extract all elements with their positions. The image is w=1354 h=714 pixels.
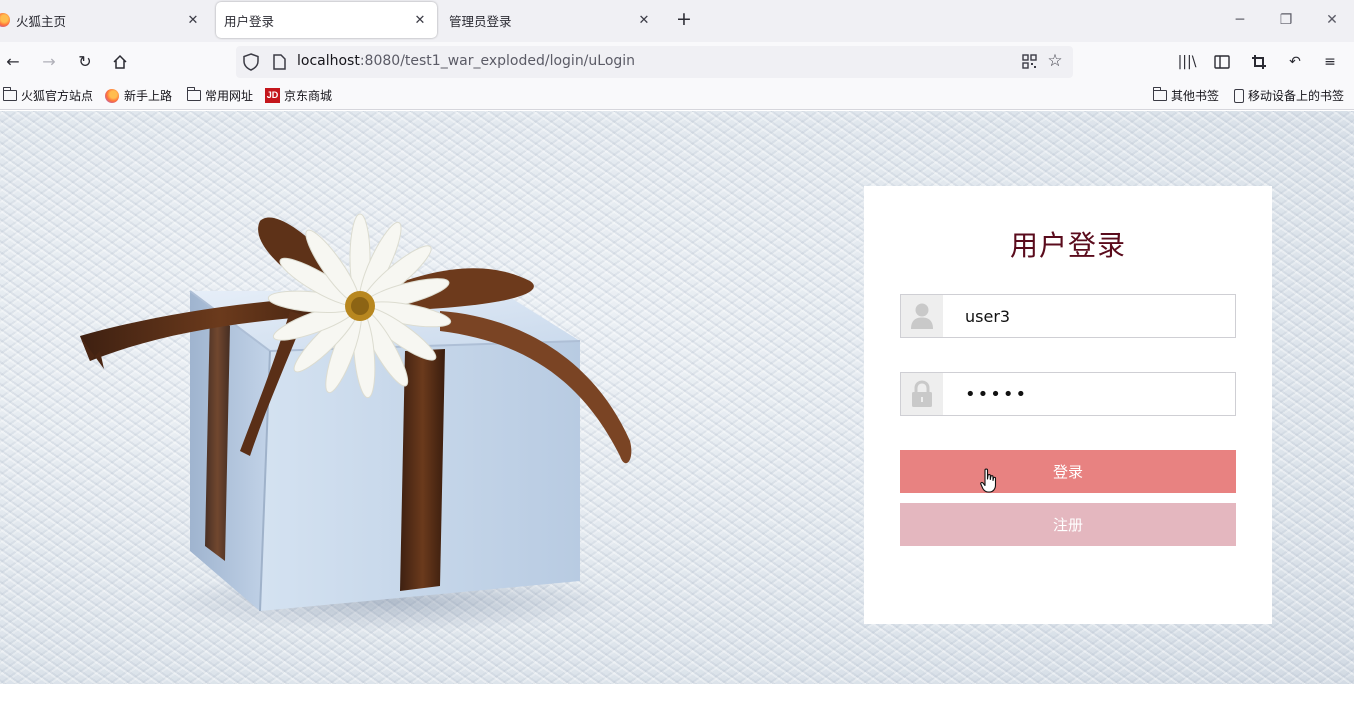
tab-strip: 火狐主页 ✕ 用户登录 ✕ 管理员登录 ✕ + ─ ❐ ✕: [0, 0, 1354, 42]
url-host: localhost: [297, 53, 360, 69]
login-panel: 用户登录 登录 注册: [864, 186, 1272, 624]
bookmark-star-icon[interactable]: ☆: [1045, 51, 1065, 71]
close-icon[interactable]: ✕: [184, 11, 202, 29]
page-background: 用户登录 登录 注册: [0, 111, 1354, 684]
back-icon[interactable]: ←: [2, 51, 24, 73]
folder-icon: [1153, 87, 1167, 101]
firefox-icon: [0, 13, 10, 27]
tab-label: 管理员登录: [449, 13, 512, 29]
bookmarks-bar: 火狐官方站点 新手上路 常用网址 JD 京东商城 其他书签 移动设备上的书签: [0, 82, 1354, 110]
lock-icon: [901, 373, 943, 415]
page-title: 用户登录: [1009, 229, 1126, 262]
tab-label: 用户登录: [224, 13, 275, 29]
password-input[interactable]: [943, 373, 1235, 415]
bookmark-getting-started[interactable]: 新手上路: [105, 87, 172, 104]
undo-arrow-icon[interactable]: ↶: [1285, 52, 1305, 72]
qr-code-icon[interactable]: [1022, 54, 1037, 69]
shield-icon[interactable]: [243, 53, 259, 71]
tab-admin-login[interactable]: 管理员登录 ✕: [443, 0, 661, 40]
url-text[interactable]: localhost:8080/test1_war_exploded/login/…: [297, 53, 635, 69]
new-tab-icon[interactable]: +: [674, 10, 694, 30]
other-bookmarks-label: 其他书签: [1171, 89, 1220, 103]
tab-user-login[interactable]: 用户登录 ✕: [216, 2, 437, 38]
folder-icon: [187, 87, 201, 101]
mobile-bookmarks[interactable]: 移动设备上的书签: [1234, 87, 1344, 104]
page-icon[interactable]: [273, 54, 286, 70]
gift-box-image: [80, 213, 632, 631]
screenshot-crop-icon[interactable]: [1249, 52, 1269, 72]
username-field[interactable]: [900, 294, 1236, 338]
bookmark-label: 火狐官方站点: [21, 89, 94, 103]
mobile-device-icon: [1234, 88, 1244, 103]
window-close-icon[interactable]: ✕: [1322, 10, 1342, 30]
navigation-bar: ← → ↻ localhost:8080/test1_war_exploded/…: [0, 42, 1354, 82]
user-icon: [901, 295, 943, 337]
library-icon[interactable]: |||\: [1177, 52, 1197, 72]
close-icon[interactable]: ✕: [411, 11, 429, 29]
bookmark-common-sites[interactable]: 常用网址: [187, 87, 253, 104]
reload-icon[interactable]: ↻: [74, 51, 96, 73]
bookmark-firefox-official[interactable]: 火狐官方站点: [3, 87, 93, 104]
sidebar-icon[interactable]: [1212, 52, 1232, 72]
tab-firefox-home[interactable]: 火狐主页 ✕: [0, 0, 210, 40]
minimize-icon[interactable]: ─: [1230, 10, 1250, 30]
forward-icon[interactable]: →: [38, 51, 60, 73]
mobile-bookmarks-label: 移动设备上的书签: [1248, 89, 1345, 103]
restore-icon[interactable]: ❐: [1276, 10, 1296, 30]
bookmark-label: 京东商城: [284, 89, 333, 103]
jd-icon: JD: [265, 88, 280, 103]
menu-icon[interactable]: ≡: [1320, 52, 1340, 72]
username-input[interactable]: [943, 295, 1235, 337]
firefox-icon: [105, 88, 119, 103]
folder-icon: [3, 87, 17, 101]
login-button[interactable]: 登录: [900, 450, 1236, 493]
hand-cursor-icon: [980, 468, 997, 493]
other-bookmarks[interactable]: 其他书签: [1153, 87, 1219, 104]
close-icon[interactable]: ✕: [635, 11, 653, 29]
page-footer-blank: [0, 684, 1354, 714]
bookmark-label: 新手上路: [124, 89, 173, 103]
home-icon[interactable]: [109, 51, 131, 73]
bookmark-jd-mall[interactable]: JD 京东商城: [265, 87, 332, 104]
register-button[interactable]: 注册: [900, 503, 1236, 546]
bookmark-label: 常用网址: [205, 89, 254, 103]
url-path: :8080/test1_war_exploded/login/uLogin: [359, 53, 636, 69]
tab-label: 火狐主页: [16, 13, 67, 29]
password-field[interactable]: [900, 372, 1236, 416]
url-bar[interactable]: localhost:8080/test1_war_exploded/login/…: [236, 46, 1073, 78]
